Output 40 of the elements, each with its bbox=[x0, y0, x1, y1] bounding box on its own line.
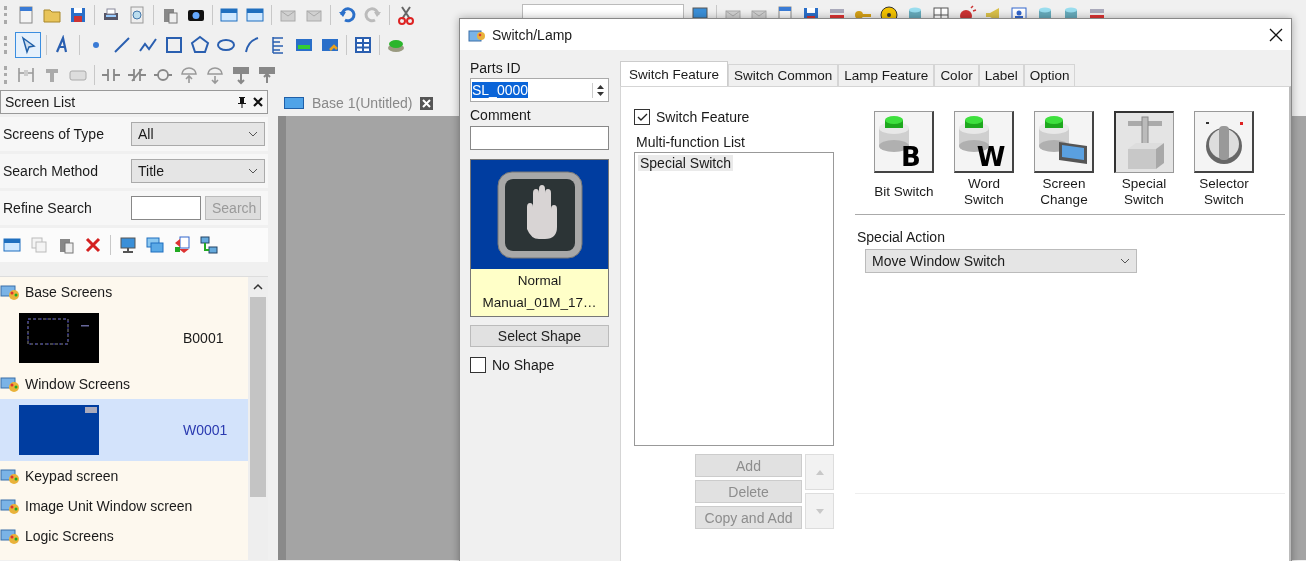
switch-type-label: Selector Switch bbox=[1198, 176, 1250, 208]
field-label: Parts ID bbox=[470, 60, 522, 76]
select-shape-button[interactable]: Select Shape bbox=[470, 325, 609, 347]
tab[interactable]: Option bbox=[1023, 64, 1076, 86]
switch-type-label: Screen Change bbox=[1039, 176, 1089, 208]
tab[interactable]: Lamp Feature bbox=[838, 64, 935, 86]
panel-title: Screen List bbox=[5, 94, 76, 110]
field-label: Comment bbox=[470, 107, 532, 123]
tree-item[interactable]: Base Screens bbox=[0, 277, 248, 307]
switch-feature-checkbox[interactable]: Switch Feature bbox=[634, 109, 834, 125]
tree-item[interactable]: Logic Screens bbox=[0, 521, 248, 551]
no-shape-checkbox[interactable]: No Shape bbox=[470, 357, 609, 373]
filter-dropdown[interactable]: All bbox=[131, 122, 265, 146]
screen-code: B0001 bbox=[183, 330, 224, 346]
filter-label: Refine Search bbox=[3, 200, 93, 216]
screen-thumbnail-row[interactable]: W0001 bbox=[0, 399, 248, 461]
tree-item[interactable]: Window Screens bbox=[0, 369, 248, 399]
shape-name: Manual_01M_17… bbox=[482, 295, 597, 310]
field-label: Special Action bbox=[857, 229, 946, 245]
switch-type-label: Special Switch bbox=[1120, 176, 1168, 208]
filter-label: Screens of Type bbox=[3, 126, 105, 142]
tab[interactable]: Switch Common bbox=[728, 64, 839, 86]
tab[interactable]: Switch Feature bbox=[620, 61, 729, 86]
switch-type-label: Word Switch bbox=[963, 176, 1005, 208]
screen-code: W0001 bbox=[183, 422, 228, 438]
tree-item[interactable]: Keypad screen bbox=[0, 461, 248, 491]
tree-item[interactable]: Image Unit Window screen bbox=[0, 491, 248, 521]
field-value: SL_0000 bbox=[472, 82, 529, 98]
screen-thumbnail-row[interactable]: B0001 bbox=[0, 307, 248, 369]
list-item[interactable]: Special Switch bbox=[638, 155, 734, 171]
filter-dropdown[interactable]: Title bbox=[131, 159, 265, 183]
parts-id-field[interactable]: SL_0000 bbox=[470, 78, 609, 102]
special-action-dropdown[interactable]: Move Window Switch bbox=[865, 249, 1137, 273]
switch-type-label: Bit Switch bbox=[874, 183, 934, 201]
tab[interactable]: Label bbox=[978, 64, 1024, 86]
tab[interactable]: Color bbox=[934, 64, 979, 86]
filter-label: Search Method bbox=[3, 163, 99, 179]
list-label: Multi-function List bbox=[636, 134, 746, 150]
shape-state: Normal bbox=[517, 273, 562, 288]
window-title: Switch/Lamp bbox=[492, 26, 574, 43]
